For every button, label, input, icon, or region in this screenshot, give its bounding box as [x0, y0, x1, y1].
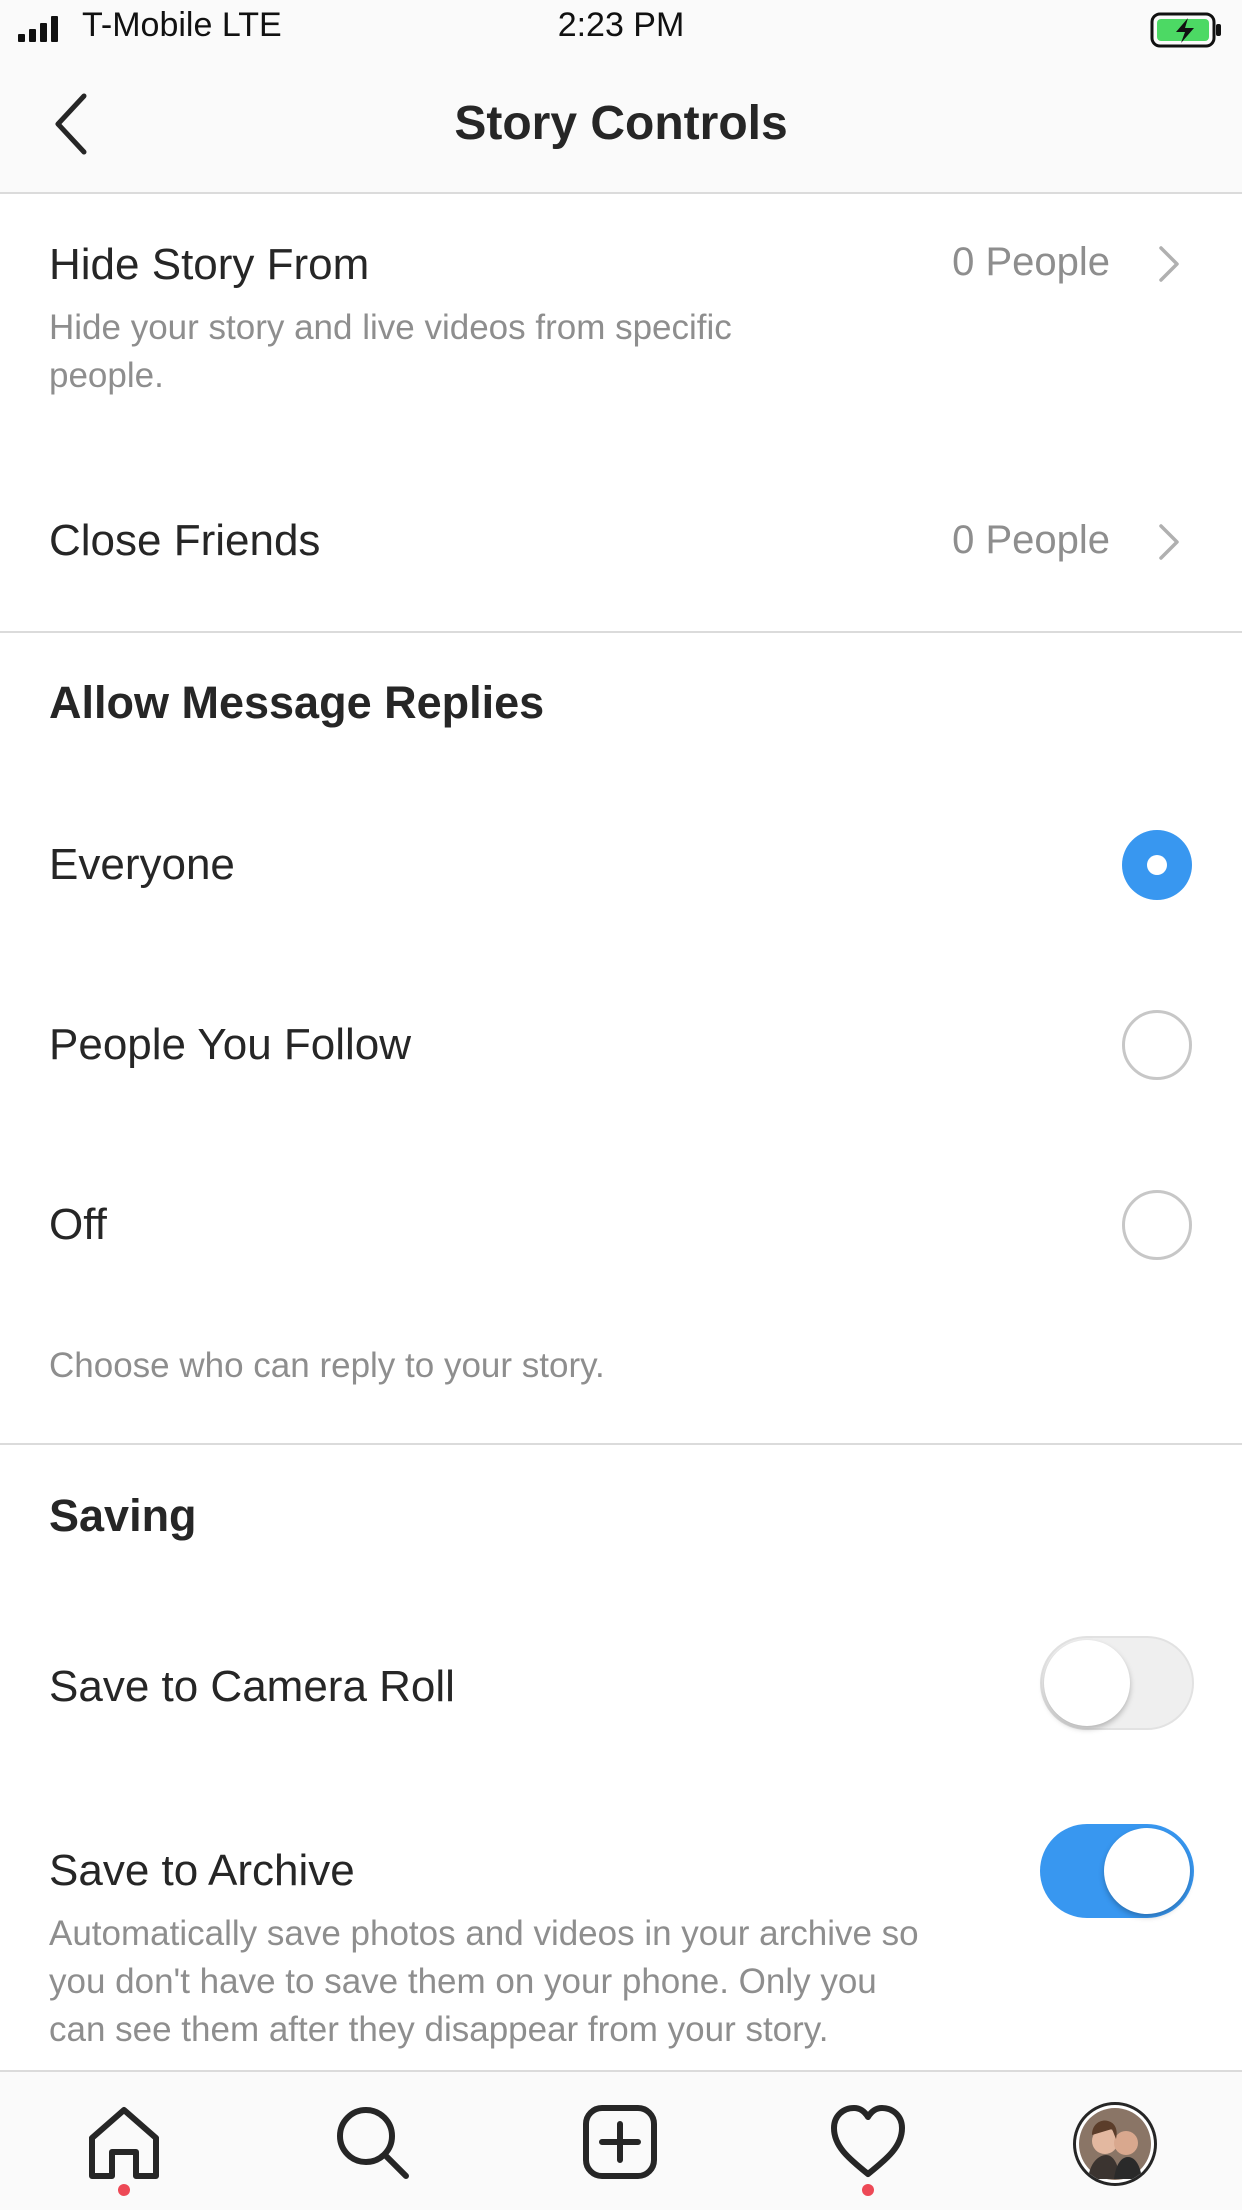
archive-desc-line3: can see them after they disappear from y… — [49, 2010, 829, 2049]
close-friends-title: Close Friends — [49, 516, 321, 565]
save-to-camera-roll-row: Save to Camera Roll — [0, 1620, 1242, 1750]
status-bar: T-Mobile LTE 2:23 PM — [0, 0, 1242, 58]
reply-option-label: People You Follow — [49, 1020, 412, 1069]
reply-option-everyone[interactable]: Everyone — [0, 800, 1242, 930]
close-friends-row[interactable]: Close Friends 0 People — [0, 470, 1242, 610]
replies-section-heading: Allow Message Replies — [49, 677, 545, 728]
clock: 2:23 PM — [557, 6, 685, 44]
nav-bar: Story Controls — [0, 58, 1242, 194]
toggle-knob — [1104, 1828, 1190, 1914]
chevron-right-icon — [1159, 246, 1179, 282]
reply-option-label: Off — [49, 1200, 107, 1249]
archive-label: Save to Archive — [49, 1846, 355, 1895]
saving-section-heading: Saving — [49, 1490, 197, 1541]
notification-dot — [118, 2184, 130, 2196]
section-divider — [0, 1443, 1242, 1445]
hide-story-from-row[interactable]: Hide Story From Hide your story and live… — [0, 194, 1242, 414]
hide-story-subtitle-line2: people. — [49, 356, 164, 395]
hide-story-subtitle-line1: Hide your story and live videos from spe… — [49, 308, 732, 347]
new-post-icon — [583, 2105, 657, 2179]
tab-home[interactable] — [84, 2102, 164, 2182]
close-friends-count: 0 People — [952, 518, 1110, 562]
radio-unselected[interactable] — [1122, 1190, 1192, 1260]
notification-dot — [862, 2184, 874, 2196]
tab-activity[interactable] — [828, 2102, 908, 2182]
chevron-right-icon — [1159, 524, 1179, 560]
profile-photo — [1079, 2108, 1151, 2180]
profile-avatar[interactable] — [1073, 2102, 1157, 2186]
hide-story-count: 0 People — [952, 240, 1110, 284]
home-icon — [89, 2107, 159, 2179]
archive-toggle[interactable] — [1040, 1824, 1194, 1918]
battery-charging-icon — [1150, 12, 1221, 48]
activity-heart-icon — [831, 2105, 905, 2177]
tab-search[interactable] — [332, 2102, 412, 2182]
section-divider — [0, 631, 1242, 633]
reply-option-label: Everyone — [49, 840, 235, 889]
toggle-knob — [1044, 1640, 1130, 1726]
reply-option-people-you-follow[interactable]: People You Follow — [0, 980, 1242, 1110]
page-title: Story Controls — [454, 97, 788, 150]
radio-unselected[interactable] — [1122, 1010, 1192, 1080]
search-icon — [337, 2107, 409, 2179]
replies-footer-text: Choose who can reply to your story. — [49, 1346, 605, 1385]
tab-bar — [0, 2070, 1242, 2210]
hide-story-title: Hide Story From — [49, 240, 370, 289]
archive-desc-line1: Automatically save photos and videos in … — [49, 1914, 919, 1953]
save-to-archive-row: Save to Archive Automatically save photo… — [0, 1810, 1242, 2070]
reply-option-off[interactable]: Off — [0, 1160, 1242, 1290]
archive-desc-line2: you don't have to save them on your phon… — [49, 1962, 877, 2001]
radio-selected[interactable] — [1122, 830, 1192, 900]
tab-new-post[interactable] — [580, 2102, 660, 2182]
camera-roll-label: Save to Camera Roll — [49, 1662, 455, 1711]
camera-roll-toggle[interactable] — [1040, 1636, 1194, 1730]
